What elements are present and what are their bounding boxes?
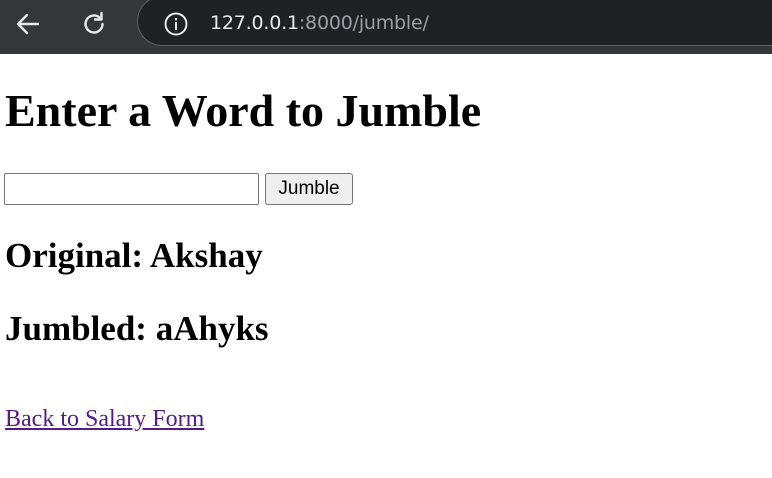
- url-text[interactable]: 127.0.0.1:8000/jumble/: [210, 12, 429, 34]
- back-to-salary-form-link[interactable]: Back to Salary Form: [5, 405, 204, 433]
- url-host: 127.0.0.1: [210, 12, 299, 34]
- info-icon[interactable]: [163, 11, 189, 37]
- url-path: :8000/jumble/: [298, 12, 429, 34]
- original-word: Original: Akshay: [5, 236, 263, 275]
- word-input[interactable]: [4, 173, 259, 205]
- arrow-left-icon: [16, 13, 40, 35]
- address-bar[interactable]: 127.0.0.1:8000/jumble/: [137, 0, 772, 46]
- browser-toolbar: 127.0.0.1:8000/jumble/: [0, 0, 772, 54]
- reload-button[interactable]: [77, 7, 111, 41]
- page-content: Enter a Word to Jumble Jumble Original: …: [0, 54, 772, 478]
- jumble-button[interactable]: Jumble: [265, 173, 353, 205]
- back-button[interactable]: [11, 7, 45, 41]
- reload-icon: [84, 11, 104, 34]
- page-title: Enter a Word to Jumble: [5, 85, 482, 136]
- jumbled-word: Jumbled: aAhyks: [5, 309, 269, 348]
